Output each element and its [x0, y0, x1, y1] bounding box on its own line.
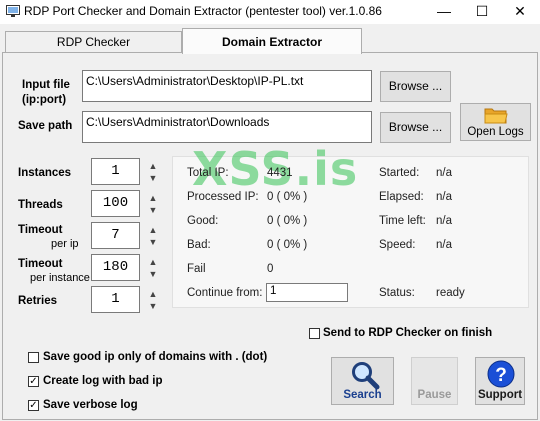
started-value: n/a — [436, 167, 452, 179]
browse-save-button[interactable]: Browse ... — [380, 112, 451, 143]
save-verbose-label: Save verbose log — [43, 399, 138, 411]
retries-label: Retries — [18, 295, 57, 307]
create-log-bad-checkbox[interactable]: ✓ — [28, 376, 39, 387]
threads-label: Threads — [18, 199, 63, 211]
instances-input[interactable]: 1 — [91, 158, 140, 185]
time-left-value: n/a — [436, 215, 452, 227]
create-log-bad-label: Create log with bad ip — [43, 375, 163, 387]
app-icon — [6, 5, 20, 17]
processed-ip-label: Processed IP: — [187, 191, 259, 203]
instances-up[interactable]: ▲ — [148, 161, 158, 171]
save-good-ip-checkbox[interactable] — [28, 352, 39, 363]
pause-button[interactable]: Pause — [411, 357, 458, 405]
speed-value: n/a — [436, 239, 452, 251]
tab-rdp-checker[interactable]: RDP Checker — [5, 31, 182, 52]
question-icon: ? — [487, 360, 515, 391]
instances-down[interactable]: ▼ — [148, 173, 158, 183]
timeout-ip-label: Timeout — [18, 224, 63, 236]
threads-input[interactable]: 100 — [91, 190, 140, 217]
retries-down[interactable]: ▼ — [148, 301, 158, 311]
retries-input[interactable]: 1 — [91, 286, 140, 313]
browse-input-button[interactable]: Browse ... — [380, 71, 451, 102]
timeout-ip-up[interactable]: ▲ — [148, 225, 158, 235]
pause-label: Pause — [417, 389, 452, 401]
status-value: ready — [436, 287, 465, 299]
threads-up[interactable]: ▲ — [148, 193, 158, 203]
bad-label: Bad: — [187, 239, 211, 251]
send-to-rdp-checkbox[interactable] — [309, 328, 320, 339]
maximize-button[interactable]: ☐ — [466, 0, 498, 24]
continue-from-input[interactable]: 1 — [266, 283, 348, 302]
close-button[interactable]: ✕ — [504, 0, 536, 24]
timeout-instance-down[interactable]: ▼ — [148, 269, 158, 279]
continue-from-label: Continue from: — [187, 287, 263, 299]
total-ip-value: 4431 — [267, 167, 293, 179]
support-button[interactable]: ? Support — [475, 357, 525, 405]
input-file-field[interactable]: C:\Users\Administrator\Desktop\IP-PL.txt — [82, 70, 372, 102]
timeout-ip-down[interactable]: ▼ — [148, 237, 158, 247]
timeout-instance-label: Timeout — [18, 258, 63, 270]
tab-domain-extractor[interactable]: Domain Extractor — [182, 28, 362, 54]
save-path-field[interactable]: C:\Users\Administrator\Downloads — [82, 111, 372, 143]
elapsed-label: Elapsed: — [379, 191, 424, 203]
support-label: Support — [477, 389, 523, 401]
svg-text:?: ? — [495, 365, 507, 386]
good-value: 0 ( 0% ) — [267, 215, 308, 227]
folder-icon — [484, 105, 508, 128]
timeout-instance-up[interactable]: ▲ — [148, 257, 158, 267]
send-to-rdp-label: Send to RDP Checker on finish — [323, 327, 493, 339]
search-button[interactable]: Search — [331, 357, 394, 405]
bad-value: 0 ( 0% ) — [267, 239, 308, 251]
instances-label: Instances — [18, 167, 72, 179]
time-left-label: Time left: — [379, 215, 426, 227]
started-label: Started: — [379, 167, 420, 179]
total-ip-label: Total IP: — [187, 167, 229, 179]
window-title: RDP Port Checker and Domain Extractor (p… — [24, 4, 382, 18]
fail-value: 0 — [267, 263, 274, 275]
save-verbose-checkbox[interactable]: ✓ — [28, 400, 39, 411]
input-file-label: Input file — [22, 79, 70, 91]
fail-label: Fail — [187, 263, 206, 275]
timeout-ip-sublabel: per ip — [51, 238, 79, 250]
elapsed-value: n/a — [436, 191, 452, 203]
good-label: Good: — [187, 215, 219, 227]
minimize-button[interactable]: — — [428, 0, 460, 24]
save-path-label: Save path — [18, 120, 73, 132]
open-logs-button[interactable]: Open Logs — [460, 103, 531, 141]
open-logs-label: Open Logs — [467, 126, 524, 138]
threads-down[interactable]: ▼ — [148, 205, 158, 215]
search-label: Search — [343, 389, 382, 401]
timeout-ip-input[interactable]: 7 — [91, 222, 140, 249]
speed-label: Speed: — [379, 239, 416, 251]
timeout-instance-sublabel: per instance — [30, 272, 90, 284]
status-label: Status: — [379, 287, 415, 299]
retries-up[interactable]: ▲ — [148, 289, 158, 299]
processed-ip-value: 0 ( 0% ) — [267, 191, 308, 203]
timeout-instance-input[interactable]: 180 — [91, 254, 140, 281]
input-file-sublabel: (ip:port) — [22, 94, 67, 106]
save-good-ip-label: Save good ip only of domains with . (dot… — [43, 351, 268, 363]
